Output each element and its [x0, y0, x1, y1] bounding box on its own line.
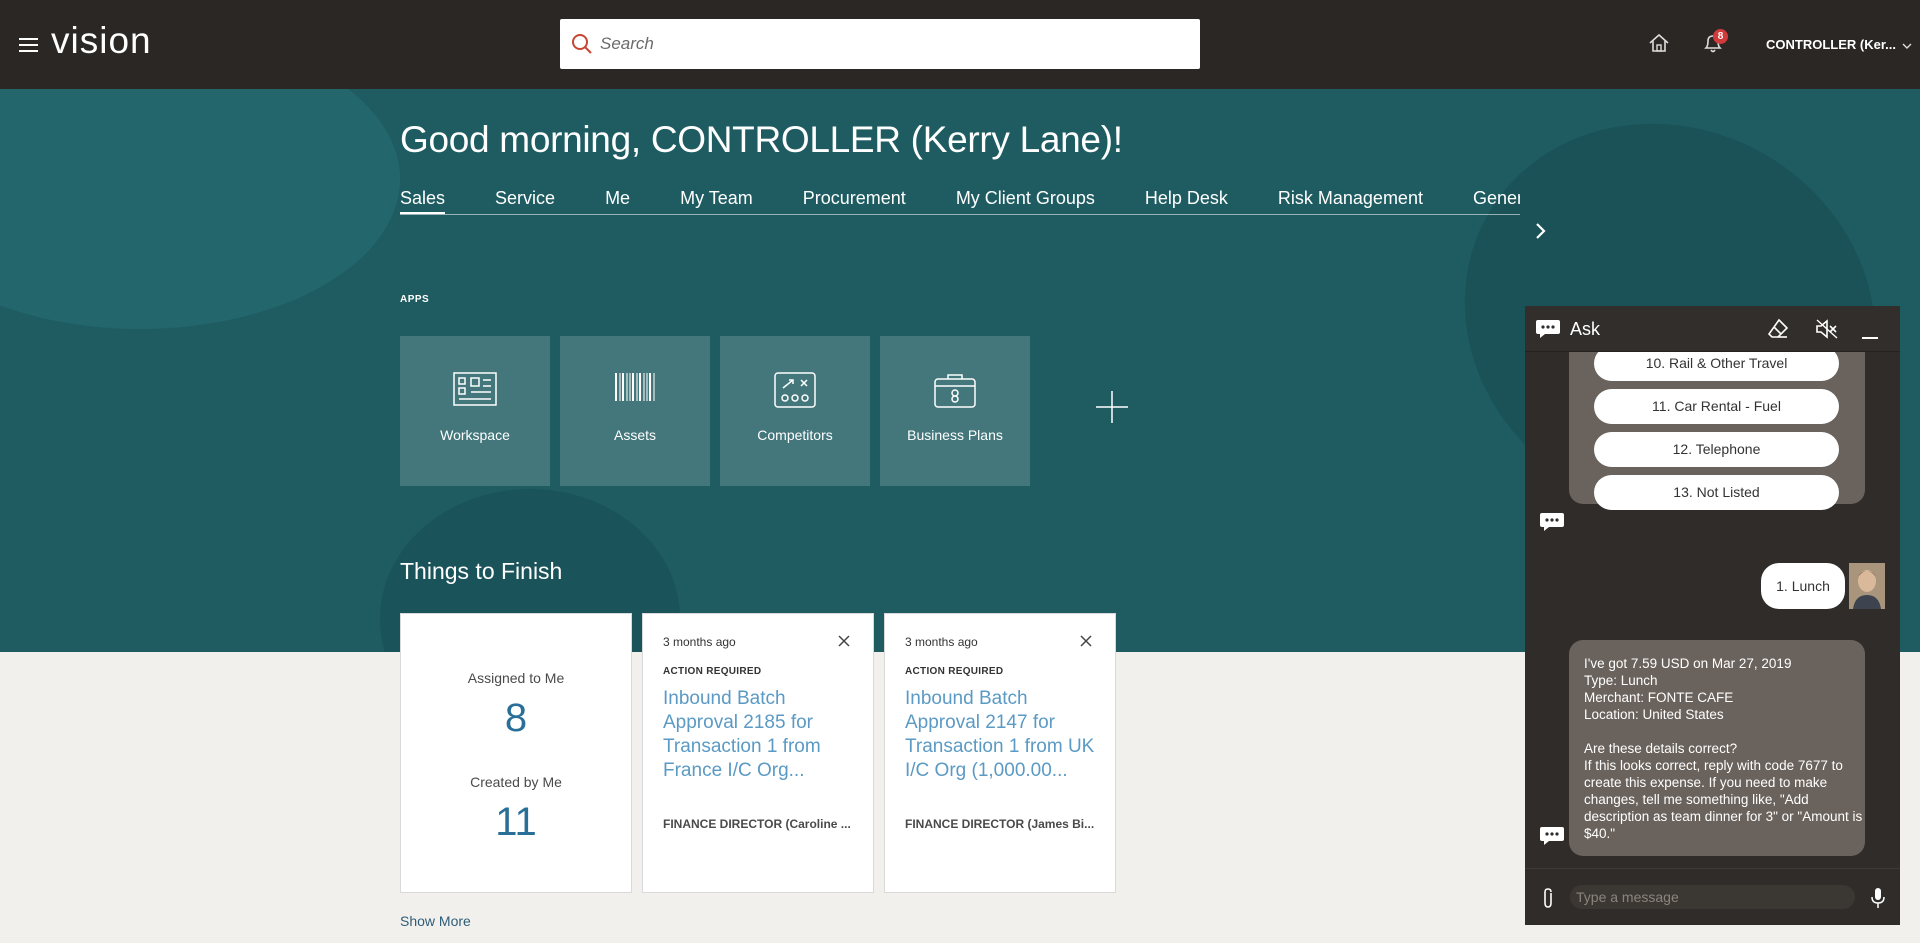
bot-reply-text: I've got 7.59 USD on Mar 27, 2019 Type: … — [1584, 656, 1863, 841]
option-car-rental[interactable]: 11. Car Rental - Fuel — [1594, 389, 1839, 424]
add-app-icon[interactable] — [1094, 389, 1130, 430]
assigned-to-me-label: Assigned to Me — [467, 670, 565, 686]
app-tile-business-plans[interactable]: Business Plans — [880, 336, 1030, 486]
user-message: 1. Lunch — [1761, 563, 1845, 609]
business-plans-icon — [934, 372, 976, 413]
task-time: 3 months ago — [905, 635, 978, 649]
assigned-to-me-count[interactable]: 8 — [401, 696, 631, 741]
created-by-me-label: Created by Me — [470, 774, 562, 790]
attachment-icon[interactable] — [1540, 887, 1556, 914]
tab-help-desk[interactable]: Help Desk — [1145, 188, 1228, 214]
chevron-right-icon[interactable] — [1535, 222, 1547, 245]
message-input[interactable] — [1570, 885, 1855, 909]
bot-avatar-icon — [1539, 512, 1565, 537]
task-card[interactable]: 3 months ago ACTION REQUIRED Inbound Bat… — [642, 613, 874, 893]
task-from: FINANCE DIRECTOR (James Bi... — [905, 817, 1095, 831]
tab-general[interactable]: Genera — [1473, 188, 1520, 214]
chat-icon — [1535, 319, 1561, 344]
tab-risk-management[interactable]: Risk Management — [1278, 188, 1423, 214]
search-box[interactable] — [560, 19, 1200, 69]
task-title-link[interactable]: Inbound Batch Approval 2185 for Transact… — [663, 687, 863, 783]
minimize-icon[interactable] — [1862, 327, 1878, 345]
option-telephone[interactable]: 12. Telephone — [1594, 432, 1839, 467]
user-avatar — [1849, 563, 1885, 609]
tab-service[interactable]: Service — [495, 188, 555, 214]
close-icon[interactable] — [1080, 634, 1092, 652]
home-icon[interactable] — [1648, 32, 1670, 59]
app-tile-competitors[interactable]: Competitors — [720, 336, 870, 486]
created-by-me-count[interactable]: 11 — [401, 800, 631, 845]
app-label: Assets — [613, 427, 656, 443]
mute-icon[interactable] — [1815, 318, 1839, 345]
apps-label: APPS — [400, 294, 430, 305]
greeting-title: Good morning, CONTROLLER (Kerry Lane)! — [400, 119, 1123, 160]
app-tile-assets[interactable]: Assets — [560, 336, 710, 486]
microphone-icon[interactable] — [1870, 887, 1886, 914]
task-status: ACTION REQUIRED — [905, 666, 1004, 677]
task-from: FINANCE DIRECTOR (Caroline ... — [663, 817, 851, 831]
option-rail-travel[interactable]: 10. Rail & Other Travel — [1594, 352, 1839, 381]
show-more-link[interactable]: Show More — [400, 913, 471, 929]
search-icon — [570, 32, 594, 61]
tab-procurement[interactable]: Procurement — [803, 188, 906, 214]
chat-title: Ask — [1570, 319, 1601, 339]
search-input[interactable] — [600, 34, 1180, 54]
task-title-link[interactable]: Inbound Batch Approval 2147 for Transact… — [905, 687, 1105, 783]
springboard-tabs: Sales Service Me My Team Procurement My … — [400, 188, 1520, 215]
background-shape — [0, 89, 400, 329]
competitors-icon — [774, 372, 816, 413]
user-label: CONTROLLER (Ker... — [1766, 37, 1897, 52]
app-label: Business Plans — [907, 427, 1003, 443]
app-tile-workspace[interactable]: Workspace — [400, 336, 550, 486]
chat-conversation: 10. Rail & Other Travel 11. Car Rental -… — [1525, 352, 1900, 868]
app-logo[interactable]: vision — [51, 20, 152, 62]
barcode-icon — [614, 372, 656, 407]
summary-card: Assigned to Me 8 Created by Me 11 — [400, 613, 632, 893]
chevron-down-icon — [1902, 37, 1912, 52]
tab-me[interactable]: Me — [605, 188, 630, 214]
chat-header: Ask — [1525, 306, 1900, 352]
notification-badge: 8 — [1713, 29, 1728, 44]
bot-avatar-icon — [1539, 826, 1565, 851]
ask-chat-panel: Ask 10. Rail & Other Travel 11. Car Rent… — [1525, 306, 1900, 925]
task-status: ACTION REQUIRED — [663, 666, 762, 677]
user-menu[interactable]: CONTROLLER (Ker... — [1766, 37, 1912, 52]
app-label: Competitors — [757, 427, 833, 443]
task-time: 3 months ago — [663, 635, 736, 649]
chat-input-bar — [1525, 868, 1900, 925]
tab-sales[interactable]: Sales — [400, 188, 446, 214]
tab-my-team[interactable]: My Team — [680, 188, 753, 214]
eraser-icon[interactable] — [1767, 318, 1789, 345]
menu-icon[interactable] — [19, 38, 38, 52]
app-label: Workspace — [440, 427, 510, 443]
things-to-finish-title: Things to Finish — [400, 558, 563, 584]
task-card[interactable]: 3 months ago ACTION REQUIRED Inbound Bat… — [884, 613, 1116, 893]
option-not-listed[interactable]: 13. Not Listed — [1594, 475, 1839, 510]
workspace-icon — [453, 372, 497, 411]
close-icon[interactable] — [838, 634, 850, 652]
top-bar: vision 8 CONTROLLER (Ker... — [0, 0, 1920, 89]
tab-my-client-groups[interactable]: My Client Groups — [956, 188, 1095, 214]
